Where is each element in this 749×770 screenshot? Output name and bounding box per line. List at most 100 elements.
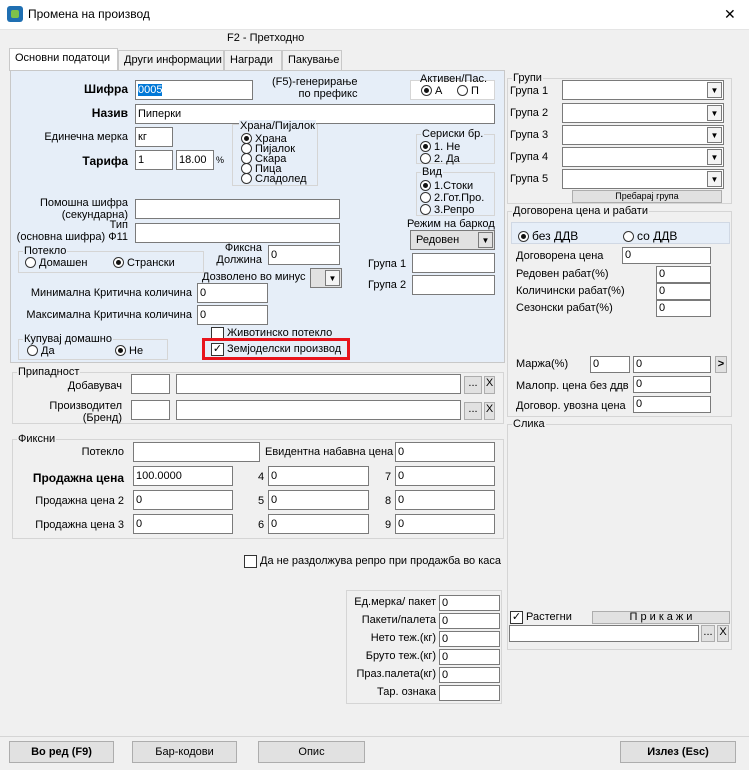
- pack-input-5[interactable]: [439, 685, 500, 701]
- v6-input[interactable]: 0: [268, 514, 369, 534]
- sifra-input[interactable]: 0005: [135, 80, 253, 100]
- pack-input-3[interactable]: 0: [439, 649, 500, 665]
- proizvoditel-code-input[interactable]: [131, 400, 170, 420]
- grupi-select-1[interactable]: ▼: [562, 80, 724, 100]
- v7-input[interactable]: 0: [395, 466, 495, 486]
- malop-input[interactable]: 0: [633, 376, 711, 393]
- so-ddv-radio[interactable]: со ДДВ: [623, 229, 677, 243]
- zemjodelski-checkbox[interactable]: ✓: [211, 343, 224, 356]
- dobavuvac-clear-button[interactable]: X: [484, 376, 495, 394]
- dog-cena-input[interactable]: 0: [622, 247, 711, 264]
- grupi-select-5[interactable]: ▼: [562, 169, 724, 189]
- tab-nagradi[interactable]: Награди: [224, 50, 282, 70]
- grupi-select-3[interactable]: ▼: [562, 125, 724, 145]
- close-icon[interactable]: ✕: [724, 6, 736, 23]
- tab-drugi[interactable]: Други информации: [118, 50, 224, 70]
- pack-label-0: Ед.мерка/ пакет: [354, 596, 436, 608]
- sladoled-radio[interactable]: Сладолед: [241, 173, 307, 185]
- evid-input[interactable]: 0: [395, 442, 495, 462]
- barcodes-button[interactable]: Бар-кодови: [132, 741, 237, 763]
- proizvoditel-clear-button[interactable]: X: [484, 402, 495, 420]
- uvozna-input[interactable]: 0: [633, 396, 711, 413]
- grupa1-label: Група 1: [368, 258, 407, 270]
- proizvoditel-browse-button[interactable]: ...: [464, 402, 482, 420]
- dobavuvac-code-input[interactable]: [131, 374, 170, 394]
- poteklo-domasen-radio[interactable]: Домашен: [25, 257, 87, 269]
- tab-osnovni[interactable]: Основни податоци: [9, 48, 118, 71]
- search-group-button[interactable]: Пребарај група: [572, 190, 722, 203]
- serisk-group: Сериски бр. 1. Не 2. Да: [416, 128, 495, 165]
- tip-input[interactable]: [135, 223, 340, 243]
- slika-clear-button[interactable]: X: [717, 625, 729, 642]
- tab-pakuvanje[interactable]: Пакување: [282, 50, 342, 70]
- poteklo-stranski-radio[interactable]: Странски: [113, 257, 175, 269]
- sezonski-input[interactable]: 0: [656, 300, 711, 317]
- pack-input-0[interactable]: 0: [439, 595, 500, 611]
- rastegni-checkbox[interactable]: ✓: [510, 611, 523, 624]
- pct-label: %: [216, 155, 225, 165]
- marza-apply-button[interactable]: >: [715, 356, 727, 373]
- kolicinski-label: Количински рабат(%): [516, 285, 625, 297]
- max-label: Максимална Критична количина: [26, 309, 192, 321]
- slika-browse-button[interactable]: ...: [701, 625, 715, 642]
- max-input[interactable]: 0: [197, 305, 268, 325]
- kupuvaj-group: Купувај домашно Да Не: [18, 333, 168, 360]
- kupuvaj-ne-radio[interactable]: Не: [115, 345, 143, 357]
- prikazi-button[interactable]: П р и к а ж и: [592, 611, 730, 624]
- slika-path-input[interactable]: [509, 625, 699, 642]
- exit-button[interactable]: Излез (Esc): [620, 741, 736, 763]
- vid-stoki-radio[interactable]: 1.Стоки: [420, 180, 473, 192]
- v8-input[interactable]: 0: [395, 490, 495, 510]
- chevron-down-icon[interactable]: ▼: [707, 127, 722, 143]
- dobavuvac-browse-button[interactable]: ...: [464, 376, 482, 394]
- description-button[interactable]: Опис: [258, 741, 365, 763]
- pack-input-2[interactable]: 0: [439, 631, 500, 647]
- grupa2-input[interactable]: [412, 275, 495, 295]
- pc3-input[interactable]: 0: [133, 514, 233, 534]
- grupi-select-2[interactable]: ▼: [562, 103, 724, 123]
- dozv-select[interactable]: ▼: [310, 268, 342, 288]
- pc1-input[interactable]: 100.0000: [133, 466, 233, 486]
- vid-repro-radio[interactable]: 3.Репро: [420, 204, 474, 216]
- v9-input[interactable]: 0: [395, 514, 495, 534]
- pomosna-input[interactable]: [135, 199, 340, 219]
- pc2-input[interactable]: 0: [133, 490, 233, 510]
- chevron-down-icon[interactable]: ▼: [478, 232, 493, 248]
- barkod-select[interactable]: Редовен ▼: [410, 230, 495, 250]
- pack-input-4[interactable]: 0: [439, 667, 500, 683]
- marza-input-2[interactable]: 0: [633, 356, 711, 373]
- chevron-down-icon[interactable]: ▼: [707, 171, 722, 187]
- pack-input-1[interactable]: 0: [439, 613, 500, 629]
- grupa1-input[interactable]: [412, 253, 495, 273]
- merka-input[interactable]: кг: [135, 127, 173, 147]
- proizvoditel-name-input[interactable]: [176, 400, 461, 420]
- v5-input[interactable]: 0: [268, 490, 369, 510]
- chevron-down-icon[interactable]: ▼: [707, 105, 722, 121]
- hrana-group: Храна/Пијалок Храна Пијалок Скара Пица С…: [232, 120, 318, 186]
- tarifa-pct-input[interactable]: 18.00: [176, 150, 214, 170]
- tarifa-input[interactable]: 1: [135, 150, 173, 170]
- fiksni-poteklo-label: Потекло: [81, 446, 124, 458]
- fiksna-input[interactable]: 0: [268, 245, 340, 265]
- window-title: Промена на производ: [28, 7, 150, 21]
- serisk-da-radio[interactable]: 2. Да: [420, 153, 460, 165]
- redoven-input[interactable]: 0: [656, 266, 711, 283]
- v4-input[interactable]: 0: [268, 466, 369, 486]
- chevron-down-icon[interactable]: ▼: [325, 270, 340, 286]
- dobavuvac-name-input[interactable]: [176, 374, 461, 394]
- chevron-down-icon[interactable]: ▼: [707, 82, 722, 98]
- aktiven-p-radio[interactable]: П: [457, 85, 479, 97]
- chevron-down-icon[interactable]: ▼: [707, 149, 722, 165]
- kolicinski-input[interactable]: 0: [656, 283, 711, 300]
- kupuvaj-da-radio[interactable]: Да: [27, 345, 55, 357]
- marza-input-1[interactable]: 0: [590, 356, 630, 373]
- bez-ddv-radio[interactable]: без ДДВ: [518, 229, 578, 243]
- ne-razdoluva-checkbox[interactable]: [244, 555, 257, 568]
- min-input[interactable]: 0: [197, 283, 268, 303]
- vid-gotpro-radio[interactable]: 2.Гот.Про.: [420, 192, 484, 204]
- aktiven-a-radio[interactable]: А: [421, 85, 442, 97]
- fiksni-poteklo-input[interactable]: [133, 442, 260, 462]
- serisk-ne-radio[interactable]: 1. Не: [420, 141, 460, 153]
- ok-button[interactable]: Во ред (F9): [9, 741, 114, 763]
- grupi-select-4[interactable]: ▼: [562, 147, 724, 167]
